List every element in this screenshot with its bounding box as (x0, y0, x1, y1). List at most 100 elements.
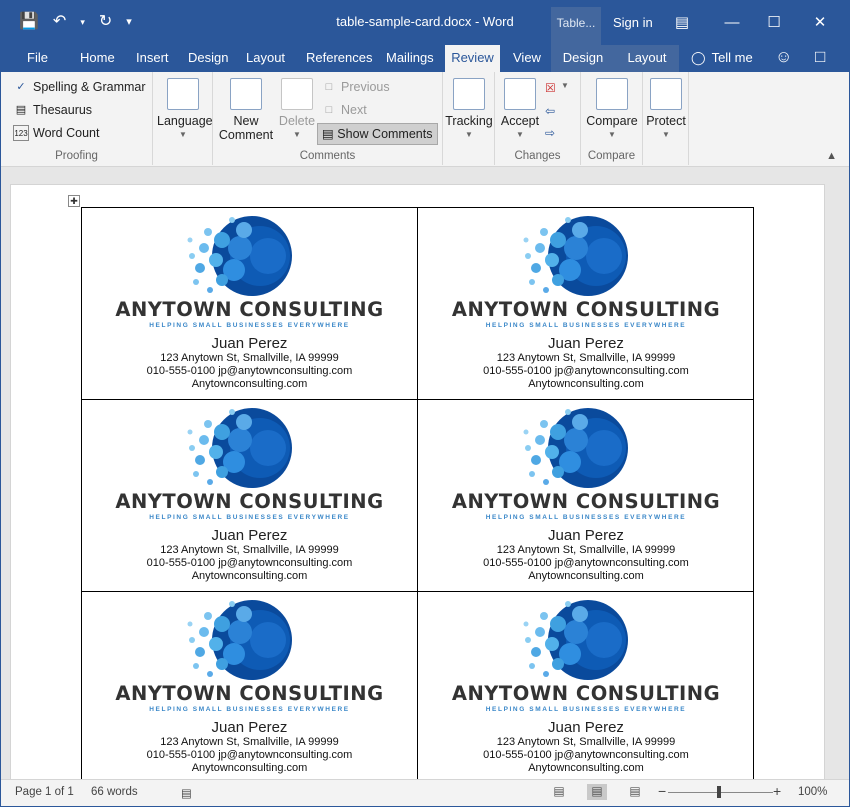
table-move-handle-icon[interactable]: ✚ (68, 195, 80, 207)
tab-references[interactable]: References (300, 45, 378, 72)
delete-label: Delete (278, 114, 316, 128)
customize-qat-icon[interactable]: ▾ (126, 11, 132, 33)
zoom-level[interactable]: 100% (798, 786, 827, 798)
maximize-icon[interactable]: ☐ (753, 8, 795, 38)
accept-label: Accept (500, 114, 540, 128)
chevron-down-icon: ▼ (293, 130, 301, 139)
contact-name: Juan Perez (211, 335, 288, 352)
thesaurus-label: Thesaurus (33, 103, 93, 117)
zoom-in-icon[interactable]: + (773, 783, 781, 799)
compare-button-label: Compare (586, 114, 638, 128)
show-comments-label: Show Comments (337, 127, 433, 141)
tab-mailings[interactable]: Mailings (380, 45, 440, 72)
language-group: Language ▼ (153, 72, 213, 165)
show-comments-button[interactable]: ▤ Show Comments (317, 123, 438, 145)
chevron-down-icon[interactable]: ▼ (561, 81, 569, 90)
page-count[interactable]: Page 1 of 1 (15, 786, 74, 798)
zoom-slider-thumb[interactable] (717, 786, 721, 798)
thesaurus-icon: ▤ (15, 104, 27, 116)
web-layout-icon[interactable]: ▤ (625, 784, 645, 800)
tell-me-box[interactable]: ◯ Tell me (691, 45, 753, 72)
ribbon-display-options-icon[interactable]: ▤ (661, 8, 703, 38)
proofing-group: ✓ Spelling & Grammar ▤ Thesaurus 123 Wor… (1, 72, 153, 165)
read-mode-icon[interactable]: ▤ (549, 784, 569, 800)
word-count[interactable]: 66 words (91, 786, 138, 798)
undo-icon[interactable]: ↶ (53, 11, 66, 33)
print-layout-icon[interactable]: ▤ (587, 784, 607, 800)
previous-change-icon[interactable]: ⇦ (545, 104, 555, 118)
compare-group: Compare ▼ Compare (581, 72, 643, 165)
collapse-ribbon-icon[interactable]: ▲ (826, 150, 837, 162)
tab-insert[interactable]: Insert (130, 45, 175, 72)
business-card[interactable]: ANYTOWN CONSULTING HELPING SMALL BUSINES… (418, 208, 754, 400)
company-tagline: HELPING SMALL BUSINESSES EVERYWHERE (485, 322, 687, 329)
save-icon[interactable]: 💾 (19, 11, 39, 33)
contact-name: Juan Perez (548, 527, 624, 544)
minimize-icon[interactable]: — (711, 8, 753, 38)
redo-icon[interactable]: ↻ (99, 11, 112, 33)
ribbon-tabs: File Home Insert Design Layout Reference… (1, 45, 849, 72)
table-tools-context-tab[interactable]: Table... (551, 7, 601, 45)
document-page[interactable]: ✚ ANYTOWN CONSULTING HELPING SMALL BUSIN… (10, 184, 825, 787)
tracking-button[interactable]: Tracking ▼ (445, 78, 493, 139)
tab-file[interactable]: File (21, 45, 54, 72)
compare-group-label: Compare (587, 150, 636, 162)
new-comment-icon (230, 78, 262, 110)
tab-home[interactable]: Home (74, 45, 121, 72)
tab-review[interactable]: Review (445, 45, 500, 72)
accept-button[interactable]: Accept ▼ (497, 78, 543, 139)
tab-layout[interactable]: Layout (240, 45, 291, 72)
contact-name: Juan Perez (211, 719, 288, 736)
chevron-down-icon: ▼ (179, 130, 187, 139)
comments-group-label: Comments (299, 150, 356, 162)
protect-label: Protect (646, 114, 686, 128)
tab-table-design[interactable]: Design (551, 45, 615, 72)
delete-comment-button[interactable]: Delete ▼ (275, 78, 319, 139)
language-label: Language (157, 114, 213, 128)
proofing-status-icon[interactable]: ▤ (181, 786, 192, 800)
new-comment-button[interactable]: New Comment (217, 78, 275, 142)
tab-view[interactable]: View (507, 45, 547, 72)
thesaurus-button[interactable]: ▤ Thesaurus (13, 102, 92, 118)
word-window: 💾 ↶ ▾ ↻ ▾ table-sample-card.docx - Word … (0, 0, 850, 807)
previous-comment-button[interactable]: □ Previous (321, 79, 390, 95)
tab-design[interactable]: Design (182, 45, 234, 72)
language-button[interactable]: Language ▼ (157, 78, 213, 139)
protect-group: Protect ▼ (643, 72, 689, 165)
business-card[interactable]: ANYTOWN CONSULTING HELPING SMALL BUSINES… (82, 400, 418, 592)
zoom-out-icon[interactable]: − (658, 783, 666, 799)
company-logo (182, 404, 294, 492)
contact-website: Anytownconsulting.com (191, 570, 308, 582)
chevron-down-icon: ▼ (516, 130, 524, 139)
tab-table-layout[interactable]: Layout (615, 45, 679, 72)
company-tagline: HELPING SMALL BUSINESSES EVERYWHERE (485, 706, 687, 713)
spelling-grammar-button[interactable]: ✓ Spelling & Grammar (13, 79, 145, 95)
document-area: ✚ ANYTOWN CONSULTING HELPING SMALL BUSIN… (1, 167, 849, 787)
company-tagline: HELPING SMALL BUSINESSES EVERYWHERE (149, 514, 350, 521)
compare-button[interactable]: Compare ▼ (583, 78, 641, 139)
close-icon[interactable]: ✕ (799, 8, 841, 38)
comments-icon[interactable]: □ (815, 47, 825, 67)
word-count-button[interactable]: 123 Word Count (13, 125, 99, 141)
business-card[interactable]: ANYTOWN CONSULTING HELPING SMALL BUSINES… (418, 592, 754, 784)
business-card[interactable]: ANYTOWN CONSULTING HELPING SMALL BUSINES… (82, 208, 418, 400)
business-card[interactable]: ANYTOWN CONSULTING HELPING SMALL BUSINES… (82, 592, 418, 784)
protect-button[interactable]: Protect ▼ (643, 78, 689, 139)
share-person-icon[interactable]: ☺ (775, 47, 792, 67)
business-card-table[interactable]: ANYTOWN CONSULTING HELPING SMALL BUSINES… (81, 207, 754, 787)
contact-phone-email: 010-555-0100 jp@anytownconsulting.com (483, 365, 689, 377)
next-change-icon[interactable]: ⇨ (545, 126, 555, 140)
reject-icon[interactable]: ☒ (545, 81, 556, 95)
logo-icon (523, 216, 628, 296)
tracking-group: Tracking ▼ (443, 72, 495, 165)
chevron-down-icon: ▼ (465, 130, 473, 139)
next-comment-button[interactable]: □ Next (321, 102, 367, 118)
contact-name: Juan Perez (211, 527, 288, 544)
contact-address: 123 Anytown St, Smallville, IA 99999 (496, 352, 676, 364)
contact-address: 123 Anytown St, Smallville, IA 99999 (160, 352, 339, 364)
business-card[interactable]: ANYTOWN CONSULTING HELPING SMALL BUSINES… (418, 400, 754, 592)
sign-in-link[interactable]: Sign in (613, 15, 653, 30)
chevron-down-icon[interactable]: ▾ (80, 11, 85, 33)
chevron-down-icon: ▼ (662, 130, 670, 139)
contact-address: 123 Anytown St, Smallville, IA 99999 (496, 544, 676, 556)
